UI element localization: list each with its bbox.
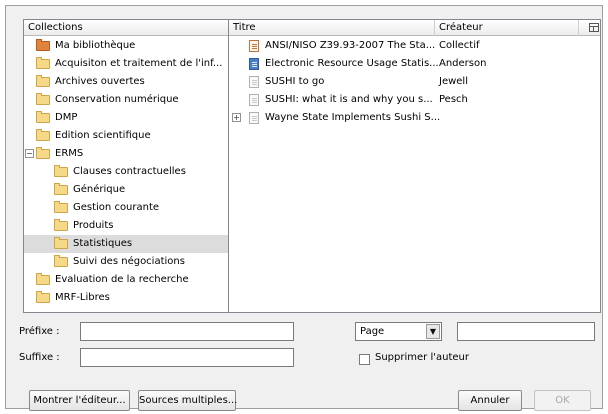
collection-item-label: Générique <box>73 184 126 195</box>
citation-dialog: Collections Ma bibliothèque Acquisiton et… <box>5 5 603 411</box>
collections-tree[interactable]: Collections Ma bibliothèque Acquisiton et… <box>23 19 229 313</box>
collection-item[interactable]: MRF-Libres <box>24 289 228 307</box>
folder-icon <box>36 273 50 285</box>
collection-item-label: MRF-Libres <box>55 292 110 303</box>
document-icon <box>249 76 259 88</box>
collection-item-label: DMP <box>55 112 78 123</box>
item-row[interactable]: SUSHI to go Jewell <box>229 73 600 91</box>
folder-icon <box>54 237 68 249</box>
multiple-sources-button[interactable]: Sources multiples... <box>138 390 237 411</box>
collection-item[interactable]: Suivi des négociations <box>24 253 228 271</box>
folder-icon <box>54 219 68 231</box>
library-icon <box>36 39 50 51</box>
item-title: ANSI/NISO Z39.93-2007 The Sta... <box>265 40 436 51</box>
folder-icon <box>54 183 68 195</box>
standard-document-icon <box>249 40 259 52</box>
collection-item-label: Evaluation de la recherche <box>55 274 189 285</box>
show-editor-button[interactable]: Montrer l'éditeur... <box>29 390 130 411</box>
collection-item[interactable]: Acquisiton et traitement de l'inf... <box>24 55 228 73</box>
collection-item-label: Edition scientifique <box>55 130 151 141</box>
collection-item-label: Statistiques <box>73 238 133 249</box>
chevron-down-icon[interactable]: ▼ <box>426 324 440 339</box>
item-creator: Anderson <box>439 58 487 69</box>
items-list[interactable]: Titre Créateur ANSI/NISO Z39.93-2007 The… <box>228 19 601 313</box>
collection-item-label: Conservation numérique <box>55 94 179 105</box>
folder-icon <box>36 111 50 123</box>
folder-icon <box>36 147 50 159</box>
item-title: SUSHI: what it is and why you s... <box>265 94 433 105</box>
item-creator: Jewell <box>439 76 468 87</box>
collection-item[interactable]: Produits <box>24 217 228 235</box>
locator-select[interactable]: Page ▼ <box>355 322 442 341</box>
folder-icon <box>36 93 50 105</box>
folder-icon <box>36 291 50 303</box>
collection-item-label: Gestion courante <box>73 202 160 213</box>
suffix-label: Suffixe : <box>19 352 60 363</box>
folder-icon <box>54 255 68 267</box>
prefix-label: Préfixe : <box>19 326 60 337</box>
collection-item-label: Clauses contractuelles <box>73 166 186 177</box>
collection-item-label: Produits <box>73 220 114 231</box>
item-title: SUSHI to go <box>265 76 325 87</box>
item-creator: Collectif <box>439 40 480 51</box>
collection-item[interactable]: Statistiques <box>24 235 228 253</box>
item-title: Wayne State Implements Sushi S... <box>265 112 441 123</box>
folder-icon <box>36 129 50 141</box>
item-title: Electronic Resource Usage Statis... <box>265 58 439 69</box>
item-row[interactable]: + Wayne State Implements Sushi S... <box>229 109 600 127</box>
book-icon <box>249 58 259 70</box>
column-picker-button[interactable] <box>579 20 600 36</box>
collection-item-label: ERMS <box>55 148 84 159</box>
suppress-author-label[interactable]: Supprimer l'auteur <box>375 352 469 363</box>
column-header-title[interactable]: Titre <box>229 20 435 36</box>
collection-item-label: Acquisiton et traitement de l'inf... <box>55 58 223 69</box>
collapse-toggle-icon[interactable]: − <box>25 149 34 158</box>
collection-item-label: Suivi des négociations <box>73 256 185 267</box>
folder-icon <box>36 75 50 87</box>
folder-icon <box>54 201 68 213</box>
column-header-creator[interactable]: Créateur <box>435 20 579 36</box>
collection-item[interactable]: Ma bibliothèque <box>24 37 228 55</box>
prefix-input[interactable] <box>80 322 294 341</box>
collection-item[interactable]: Edition scientifique <box>24 127 228 145</box>
collections-header[interactable]: Collections <box>24 20 228 36</box>
item-creator: Pesch <box>439 94 468 105</box>
collection-item[interactable]: Evaluation de la recherche <box>24 271 228 289</box>
item-row[interactable]: ANSI/NISO Z39.93-2007 The Sta... Collecti… <box>229 37 600 55</box>
document-icon <box>249 112 259 124</box>
item-row[interactable]: Electronic Resource Usage Statis... Ander… <box>229 55 600 73</box>
collection-item[interactable]: DMP <box>24 109 228 127</box>
document-icon <box>249 94 259 106</box>
item-row[interactable]: SUSHI: what it is and why you s... Pesch <box>229 91 600 109</box>
collection-item-label: Archives ouvertes <box>55 76 145 87</box>
suffix-input[interactable] <box>80 348 294 367</box>
column-picker-icon <box>589 23 599 32</box>
locator-input[interactable] <box>457 322 595 341</box>
folder-icon <box>54 165 68 177</box>
suppress-author-checkbox[interactable] <box>359 354 370 365</box>
collection-item[interactable]: Générique <box>24 181 228 199</box>
collection-item[interactable]: Conservation numérique <box>24 91 228 109</box>
ok-button[interactable]: OK <box>534 390 591 411</box>
collection-item[interactable]: − ERMS <box>24 145 228 163</box>
locator-selected: Page <box>360 326 385 337</box>
collection-item[interactable]: Archives ouvertes <box>24 73 228 91</box>
folder-icon <box>36 57 50 69</box>
expand-toggle-icon[interactable]: + <box>232 113 241 122</box>
collection-item[interactable]: Clauses contractuelles <box>24 163 228 181</box>
collection-item-label: Ma bibliothèque <box>55 40 136 51</box>
collection-item[interactable]: Gestion courante <box>24 199 228 217</box>
cancel-button[interactable]: Annuler <box>458 390 522 411</box>
